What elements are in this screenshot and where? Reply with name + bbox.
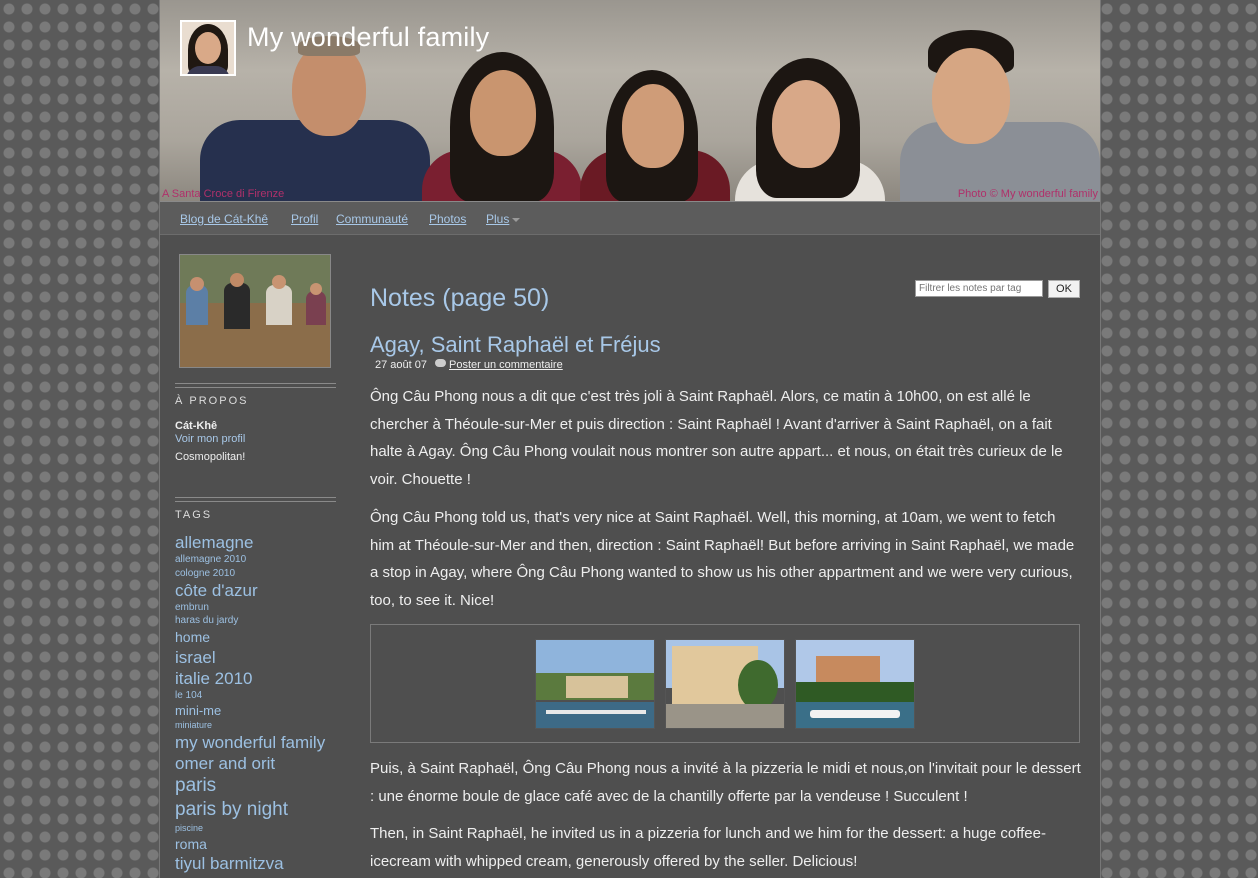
tag-link[interactable]: italie 2010 — [175, 670, 253, 687]
gallery-thumbnail[interactable] — [535, 639, 655, 729]
post-paragraph: Ông Câu Phong told us, that's very nice … — [370, 509, 1075, 609]
tag-link[interactable]: haras du jardy — [175, 616, 238, 626]
tag-link[interactable]: home — [175, 630, 210, 644]
tag-link[interactable]: paris by night — [175, 800, 288, 819]
tag-link[interactable]: paris — [175, 776, 216, 795]
tags-heading: TAGS — [175, 509, 213, 521]
tag-link[interactable]: côte d'azur — [175, 582, 258, 599]
nav-item-photos[interactable]: Photos — [429, 212, 466, 226]
page-container: My wonderful family A Santa Croce di Fir… — [159, 0, 1101, 878]
gallery-thumbnail[interactable] — [665, 639, 785, 729]
page-title: Notes (page 50) — [370, 284, 550, 312]
nav-item-blog[interactable]: Blog de Cát-Khê — [180, 212, 268, 226]
post-paragraph: Then, in Saint Raphaël, he invited us in… — [370, 825, 1046, 870]
tag-link[interactable]: mini-me — [175, 704, 221, 717]
nav-item-communaute[interactable]: Communauté — [336, 212, 408, 226]
gallery-thumbnail[interactable] — [795, 639, 915, 729]
post-date: 27 août 07 — [375, 359, 427, 371]
post-comment-link[interactable]: Poster un commentaire — [449, 359, 563, 371]
sidebar-divider — [175, 383, 336, 388]
tag-link[interactable]: tiyul barmitzva — [175, 855, 284, 872]
about-heading: À PROPOS — [175, 395, 249, 407]
top-nav: Blog de Cát-Khê Profil Communauté Photos… — [160, 201, 1100, 235]
tag-link[interactable]: my wonderful family — [175, 734, 325, 751]
nav-item-plus-label: Plus — [486, 212, 510, 226]
tag-link[interactable]: le 104 — [175, 691, 202, 701]
view-profile-link[interactable]: Voir mon profil — [175, 433, 245, 445]
chevron-down-icon — [512, 217, 521, 222]
post-title[interactable]: Agay, Saint Raphaël et Fréjus — [370, 332, 661, 358]
tag-link[interactable]: roma — [175, 837, 207, 851]
sidebar-divider — [175, 497, 336, 502]
post-paragraph: Ông Câu Phong nous a dit que c'est très … — [370, 388, 1063, 488]
header-caption-right: Photo © My wonderful family — [957, 188, 1098, 200]
about-description: Cosmopolitan! — [175, 451, 246, 463]
photo-gallery — [370, 624, 1080, 743]
site-title[interactable]: My wonderful family — [247, 22, 489, 53]
comment-icon — [435, 359, 446, 367]
header-caption-left: A Santa Croce di Firenze — [162, 188, 285, 200]
tag-link[interactable]: piscine — [175, 824, 203, 833]
header-banner: My wonderful family A Santa Croce di Fir… — [160, 0, 1100, 201]
tag-link[interactable]: israel — [175, 649, 216, 666]
tag-link[interactable]: omer and orit — [175, 755, 275, 772]
tag-link[interactable]: embrun — [175, 603, 209, 613]
tag-link[interactable]: allemagne 2010 — [175, 555, 246, 565]
profile-photo[interactable] — [179, 254, 331, 368]
nav-item-profil[interactable]: Profil — [291, 212, 318, 226]
tag-link[interactable]: miniature — [175, 721, 212, 730]
nav-item-plus[interactable]: Plus — [486, 212, 521, 226]
about-name: Cát-Khê — [175, 420, 218, 432]
tag-link[interactable]: allemagne — [175, 534, 253, 551]
post-paragraph: Puis, à Saint Raphaël, Ông Câu Phong nou… — [370, 760, 1081, 805]
tag-filter-ok-button[interactable]: OK — [1048, 280, 1080, 298]
tag-filter-input[interactable] — [915, 280, 1043, 297]
avatar[interactable] — [180, 20, 236, 76]
tag-link[interactable]: cologne 2010 — [175, 569, 235, 579]
